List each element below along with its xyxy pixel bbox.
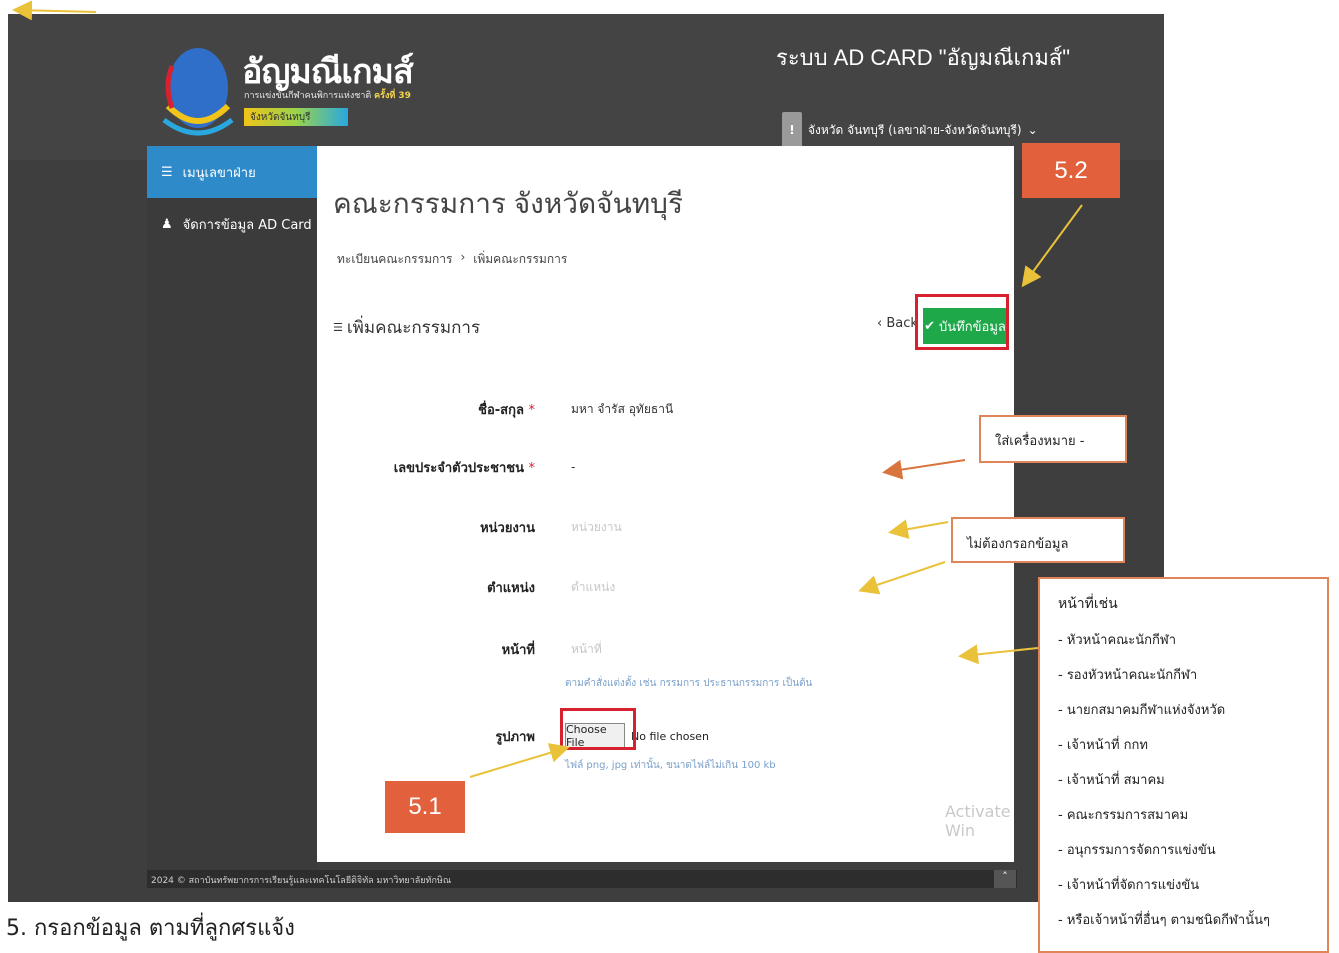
user-menu[interactable]: ! จังหวัด จันทบุรี (เลขาฝ่าย-จังหวัดจันท… xyxy=(782,112,1038,148)
duty-row: หน้าที่ หน้าที่ xyxy=(317,634,1014,664)
id-field[interactable]: - xyxy=(547,460,907,474)
step-5-1-label: 5.1 xyxy=(385,781,465,833)
duty-examples-box: หน้าที่เช่น - หัวหน้าคณะนักกีฬา - รองหัว… xyxy=(1038,577,1329,953)
back-label: Back xyxy=(886,316,918,331)
breadcrumb-add-committee: เพิ่มคณะกรรมการ xyxy=(473,252,568,266)
no-file-text: No file chosen xyxy=(631,729,709,743)
unit-row: หน่วยงาน หน่วยงาน xyxy=(317,512,1014,542)
id-label-text: เลขประจำตัวประชาชน xyxy=(393,460,524,476)
name-field[interactable]: มหา จำรัส อุทัยธานี xyxy=(547,400,907,419)
list-item: - คณะกรรมการสมาคม xyxy=(1058,808,1189,823)
duty-examples-title: หน้าที่เช่น xyxy=(1058,596,1118,612)
section-title-text: เพิ่มคณะกรรมการ xyxy=(346,318,481,338)
province-badge: จังหวัดจันทบุรี xyxy=(244,108,348,126)
name-label-text: ชื่อ-สกุล xyxy=(478,402,524,418)
system-title: ระบบ AD CARD "อัญมณีเกมส์" xyxy=(776,45,1071,70)
chevron-down-icon: ⌄ xyxy=(1027,123,1038,137)
file-note: ไฟล์ png, jpg เท่านั้น, ขนาดไฟล์ไม่เกิน … xyxy=(565,760,776,771)
sidebar-item-label: จัดการข้อมูล AD Card xyxy=(182,217,312,233)
list-icon: ☰ xyxy=(333,321,343,334)
user-label: จังหวัด จันทบุรี (เลขาฝ่าย-จังหวัดจันทบุ… xyxy=(808,122,1022,137)
list-item: - นายกสมาคมกีฬาแห่งจังหวัด xyxy=(1058,703,1226,718)
logo-subtitle: การแข่งขันกีฬาคนพิการแห่งชาติ ครั้งที่ 3… xyxy=(244,88,411,102)
sidebar-item-secretary-menu[interactable]: ☰ เมนูเลขาฝ่าย xyxy=(147,146,317,198)
unit-field[interactable]: หน่วยงาน xyxy=(547,518,907,537)
logo-icon xyxy=(162,48,234,136)
user-avatar-icon: ! xyxy=(782,112,802,148)
photo-row: รูปภาพ Choose File No file chosen xyxy=(317,716,1014,756)
list-item: - เจ้าหน้าที่ กกท xyxy=(1058,738,1148,753)
logo-round: ครั้งที่ 39 xyxy=(374,91,411,101)
unit-label: หน่วยงาน xyxy=(480,520,535,536)
note-dash: ใส่เครื่องหมาย - xyxy=(979,415,1127,463)
id-row: เลขประจำตัวประชาชน * - xyxy=(317,452,1014,482)
list-icon: ☰ xyxy=(161,164,173,180)
user-icon: ♟ xyxy=(161,216,173,232)
sidebar: ☰ เมนูเลขาฝ่าย ♟ จัดการข้อมูล AD Card xyxy=(147,146,317,870)
footer: 2024 © สถาบันทรัพยากรการเรียนรู้และเทคโน… xyxy=(147,870,1017,888)
main-content: คณะกรรมการ จังหวัดจันทบุรี ทะเบียนคณะกรร… xyxy=(317,146,1014,862)
list-item: - หรือเจ้าหน้าที่อื่นๆ ตามชนิดกีฬานั้นๆ xyxy=(1058,913,1270,928)
name-row: ชื่อ-สกุล * มหา จำรัส อุทัยธานี xyxy=(317,394,1014,424)
position-label: ตำแหน่ง xyxy=(487,580,535,596)
duty-field[interactable]: หน้าที่ xyxy=(547,640,907,659)
photo-label: รูปภาพ xyxy=(495,729,535,745)
logo-subtitle-text: การแข่งขันกีฬาคนพิการแห่งชาติ xyxy=(244,91,372,101)
activate-watermark: Activate Win xyxy=(945,802,1011,840)
top-header: อัญมณีเกมส์ การแข่งขันกีฬาคนพิการแห่งชาต… xyxy=(8,14,1164,160)
section-title: ☰ เพิ่มคณะกรรมการ xyxy=(333,314,480,341)
required-mark: * xyxy=(528,402,536,418)
required-mark: * xyxy=(528,460,536,476)
page-title: คณะกรรมการ จังหวัดจันทบุรี xyxy=(333,188,683,219)
breadcrumb-committee-list[interactable]: ทะเบียนคณะกรรมการ xyxy=(337,250,452,269)
breadcrumb: ทะเบียนคณะกรรมการ › เพิ่มคณะกรรมการ xyxy=(337,250,567,269)
position-row: ตำแหน่ง ตำแหน่ง xyxy=(317,572,1014,602)
position-field[interactable]: ตำแหน่ง xyxy=(547,578,907,597)
duty-hint: ตามคำสั่งแต่งตั้ง เช่น กรรมการ ประธานกรร… xyxy=(565,678,813,689)
list-item: - รองหัวหน้าคณะนักกีฬา xyxy=(1058,668,1198,683)
file-highlight-box xyxy=(560,708,636,750)
step-caption: 5. กรอกข้อมูล ตามที่ลูกศรแจ้ง xyxy=(6,916,295,941)
sidebar-item-label: เมนูเลขาฝ่าย xyxy=(182,165,256,181)
breadcrumb-separator-icon: › xyxy=(460,250,466,264)
scroll-top-icon[interactable]: ˄ xyxy=(994,870,1016,888)
step-5-2-label: 5.2 xyxy=(1022,143,1120,198)
sidebar-item-manage-adcard[interactable]: ♟ จัดการข้อมูล AD Card xyxy=(147,198,317,250)
duty-label: หน้าที่ xyxy=(501,642,535,658)
list-item: - เจ้าหน้าที่จัดการแข่งขัน xyxy=(1058,878,1200,893)
list-item: - อนุกรรมการจัดการแข่งขัน xyxy=(1058,843,1216,858)
id-label: เลขประจำตัวประชาชน * xyxy=(317,457,547,478)
back-button[interactable]: ‹ Back xyxy=(877,316,918,331)
list-item: - หัวหน้าคณะนักกีฬา xyxy=(1058,633,1177,648)
name-label: ชื่อ-สกุล * xyxy=(317,399,547,420)
save-highlight-box xyxy=(915,294,1009,350)
note-skip: ไม่ต้องกรอกข้อมูล xyxy=(951,517,1125,563)
chevron-left-icon: ‹ xyxy=(877,316,883,331)
list-item: - เจ้าหน้าที่ สมาคม xyxy=(1058,773,1165,788)
